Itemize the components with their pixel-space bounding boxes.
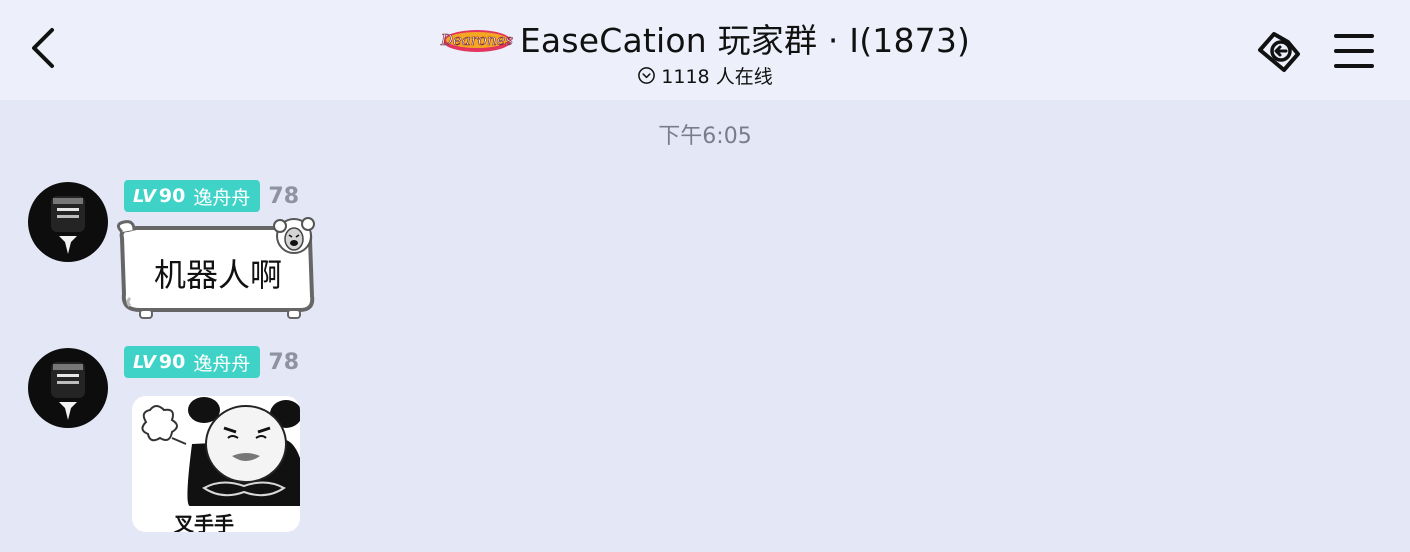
tag-link-button[interactable] — [1254, 28, 1304, 74]
online-count: 1118 人在线 — [637, 62, 773, 89]
chevron-down-circle-icon — [638, 67, 656, 84]
level-badge[interactable]: LV 90 逸舟舟 — [124, 180, 261, 212]
sticker-caption: 叉手手 — [174, 512, 234, 532]
svg-text:Dearones: Dearones — [440, 31, 513, 49]
group-title: EaseCation 玩家群 · I(1873) — [519, 21, 971, 60]
avatar[interactable] — [28, 348, 108, 428]
menu-button[interactable] — [1332, 28, 1382, 74]
member-badge-number: 78 — [268, 183, 300, 209]
avatar[interactable] — [28, 182, 108, 262]
level-prefix: LV — [133, 185, 156, 207]
sender-name: 逸舟舟 — [193, 352, 251, 375]
title-block: Dearones EaseCation 玩家群 · I(1873) 1118 人… — [0, 16, 1410, 89]
level-badge[interactable]: LV 90 逸舟舟 — [124, 346, 261, 378]
level-prefix: LV — [133, 351, 156, 373]
message-bubble[interactable]: 机器人啊 — [116, 210, 330, 326]
sticker-message[interactable]: 叉手手 — [132, 396, 300, 532]
level-number: 90 — [158, 185, 186, 207]
online-count-text: 1118 人在线 — [661, 66, 773, 88]
message-text: 机器人啊 — [153, 256, 282, 294]
hamburger-menu-icon — [1334, 34, 1374, 68]
member-badge-number: 78 — [268, 349, 300, 375]
sender-name: 逸舟舟 — [193, 186, 251, 209]
time-divider: 下午6:05 — [658, 124, 752, 149]
message-meta: LV 90 逸舟舟 78 — [124, 180, 299, 212]
message-meta: LV 90 逸舟舟 78 — [124, 346, 299, 378]
group-logo: Dearones — [439, 18, 514, 58]
chat-header: Dearones EaseCation 玩家群 · I(1873) 1118 人… — [0, 0, 1410, 100]
tag-link-icon — [1258, 32, 1300, 72]
title-row[interactable]: Dearones EaseCation 玩家群 · I(1873) — [439, 16, 971, 60]
level-number: 90 — [158, 351, 186, 373]
